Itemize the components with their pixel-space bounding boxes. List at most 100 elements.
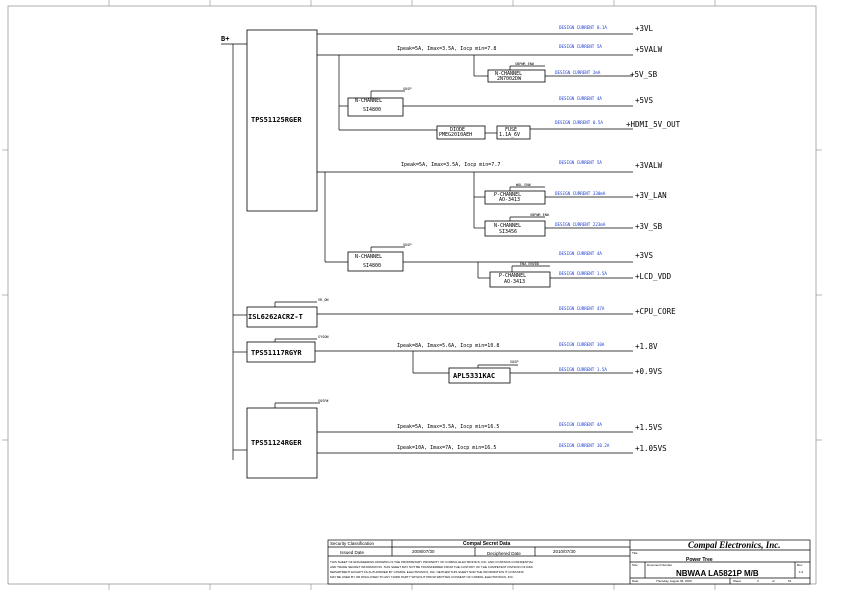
chip-apl5331: APL5331KAC xyxy=(448,367,511,384)
nch-2n7002dw: N-CHANNEL 2N7002DW xyxy=(487,69,546,83)
svg-text:Compal Secret Data: Compal Secret Data xyxy=(463,541,510,547)
svg-text:DEPARTMENT EXCEPT AS AUTHORIZE: DEPARTMENT EXCEPT AS AUTHORIZED BY COMPA… xyxy=(330,570,524,574)
svg-text:DESIGN CURRENT 47A: DESIGN CURRENT 47A xyxy=(559,306,605,311)
bplus-label: B+ xyxy=(221,35,229,43)
svg-text:DESIGN CURRENT 4A: DESIGN CURRENT 4A xyxy=(559,96,602,101)
svg-text:2008/07/30: 2008/07/30 xyxy=(412,549,435,554)
svg-text:1.1A_6V: 1.1A_6V xyxy=(499,132,520,138)
svg-text:+3V_SB: +3V_SB xyxy=(635,222,663,231)
svg-text:Date: Date xyxy=(632,579,639,583)
pch-ao3413-lan: P-CHANNEL AO-3413 xyxy=(484,190,546,205)
svg-text:+LCD_VDD: +LCD_VDD xyxy=(635,272,672,281)
svg-text:NBWAA LA5821P M/B: NBWAA LA5821P M/B xyxy=(676,569,759,578)
svg-text:Sheet: Sheet xyxy=(733,579,741,583)
svg-text:DESIGN CURRENT 0.5A: DESIGN CURRENT 0.5A xyxy=(555,120,603,125)
svg-text:ENA_ENVDD: ENA_ENVDD xyxy=(520,262,539,266)
svg-text:TPS51117RGYR: TPS51117RGYR xyxy=(251,349,302,357)
svg-text:+1.8V: +1.8V xyxy=(635,342,658,351)
svg-text:Thursday, August 06, 2009: Thursday, August 06, 2009 xyxy=(656,579,692,583)
svg-text:N-CHANNEL: N-CHANNEL xyxy=(355,98,382,104)
svg-text:PMEG2010AEH: PMEG2010AEH xyxy=(439,132,472,138)
svg-text:Issued Date: Issued Date xyxy=(340,550,365,555)
svg-text:+0.9VS: +0.9VS xyxy=(635,367,663,376)
svg-text:Document Number: Document Number xyxy=(647,563,672,567)
svg-text:+1.5VS: +1.5VS xyxy=(635,423,663,432)
sheet-border xyxy=(7,5,817,585)
svg-text:Power Tree: Power Tree xyxy=(686,557,713,563)
fuse-1a1: FUSE 1.1A_6V xyxy=(496,125,531,140)
svg-text:APL5331KAC: APL5331KAC xyxy=(453,372,495,380)
svg-text:AO-3413: AO-3413 xyxy=(504,279,525,285)
chip-tps51124: TPS51124RGER xyxy=(246,407,318,479)
svg-text:AO-3413: AO-3413 xyxy=(499,197,520,203)
svg-text:THIS SHEET OF ENGINEERING DRAW: THIS SHEET OF ENGINEERING DRAWING IS THE… xyxy=(330,560,534,564)
svg-text:DESIGN CURRENT 5A: DESIGN CURRENT 5A xyxy=(559,160,602,165)
rail-names: +3VL +5VALW +5V_SB +5VS +HDMI_5V_OUT +3V… xyxy=(626,24,681,453)
svg-text:SUSP: SUSP xyxy=(403,87,411,91)
svg-text:Ipeak=5A, Imax=3.5A, Iocp min=: Ipeak=5A, Imax=3.5A, Iocp min=7.8 xyxy=(397,46,496,52)
svg-text:51: 51 xyxy=(788,579,792,583)
svg-text:Rev: Rev xyxy=(797,563,803,567)
svg-text:+1.05VS: +1.05VS xyxy=(635,444,667,453)
chip-isl6262: ISL6262ACRZ-T xyxy=(246,306,318,328)
svg-text:Ipeak=8A, Imax=5.6A, Iocp min=: Ipeak=8A, Imax=5.6A, Iocp min=10.8 xyxy=(397,343,499,349)
svg-text:AND TRADE SECRET INFORMATION.: AND TRADE SECRET INFORMATION. THIS SHEET… xyxy=(330,565,534,569)
chip-tps51117: TPS51117RGYR xyxy=(246,341,316,363)
svg-text:Title: Title xyxy=(632,551,638,555)
design-current-labels: DESIGN CURRENT 0.1A DESIGN CURRENT 5A DE… xyxy=(555,25,610,448)
svg-text:+5V_SB: +5V_SB xyxy=(630,70,658,79)
svg-text:+3VALW: +3VALW xyxy=(635,161,663,170)
svg-text:SI4800: SI4800 xyxy=(363,263,381,269)
svg-text:Ipeak=10A, Imax=7A, Iocp min=1: Ipeak=10A, Imax=7A, Iocp min=16.5 xyxy=(397,445,496,451)
bplus-bus xyxy=(221,43,247,460)
spec-labels: Ipeak=5A, Imax=3.5A, Iocp min=7.8 Ipeak=… xyxy=(397,46,500,451)
svg-text:WOL_EN#: WOL_EN# xyxy=(516,183,532,187)
svg-text:DESIGN CURRENT 4A: DESIGN CURRENT 4A xyxy=(559,251,602,256)
svg-text:+3VS: +3VS xyxy=(635,251,654,260)
svg-text:Ipeak=5A, Imax=3.5A, Iocp min=: Ipeak=5A, Imax=3.5A, Iocp min=7.7 xyxy=(401,162,500,168)
svg-text:DESIGN CURRENT 4A: DESIGN CURRENT 4A xyxy=(559,422,602,427)
svg-text:2N7002DW: 2N7002DW xyxy=(497,76,522,82)
svg-text:Compal Electronics, Inc.: Compal Electronics, Inc. xyxy=(688,540,781,550)
svg-text:DESIGN CURRENT 10A: DESIGN CURRENT 10A xyxy=(559,342,605,347)
svg-text:+3VL: +3VL xyxy=(635,24,654,33)
svg-text:DESIGN CURRENT 5A: DESIGN CURRENT 5A xyxy=(559,44,602,49)
svg-text:SUSP: SUSP xyxy=(510,360,518,364)
svg-text:+5VS: +5VS xyxy=(635,96,654,105)
pch-ao3413-lcd: P-CHANNEL AO-3413 xyxy=(489,271,551,288)
svg-text:Security Classification: Security Classification xyxy=(330,541,375,546)
svg-text:DESIGN CURRENT 330mA: DESIGN CURRENT 330mA xyxy=(555,191,606,196)
svg-text:MAY BE USED BY OR DISCLOSED TO: MAY BE USED BY OR DISCLOSED TO ANY THIRD… xyxy=(330,575,514,579)
svg-text:DESIGN CURRENT 1.5A: DESIGN CURRENT 1.5A xyxy=(559,367,607,372)
svg-text:DESIGN CURRENT 1.5A: DESIGN CURRENT 1.5A xyxy=(559,271,607,276)
svg-text:DESIGN CURRENT 10.2A: DESIGN CURRENT 10.2A xyxy=(559,443,610,448)
svg-text:SI4800: SI4800 xyxy=(363,107,381,113)
svg-text:Ipeak=5A, Imax=3.5A, Iocp min=: Ipeak=5A, Imax=3.5A, Iocp min=16.5 xyxy=(397,424,499,430)
svg-text:DESIGN CURRENT 0.1A: DESIGN CURRENT 0.1A xyxy=(559,25,607,30)
nch-si4800-a: N-CHANNEL SI4800 xyxy=(347,97,404,117)
svg-text:+CPU_CORE: +CPU_CORE xyxy=(635,307,676,316)
svg-text:Size: Size xyxy=(632,563,638,567)
svg-text:SBPWR_EN#: SBPWR_EN# xyxy=(530,213,550,217)
nch-si4800-b: N-CHANNEL SI4800 xyxy=(347,251,404,272)
svg-text:+5VALW: +5VALW xyxy=(635,45,663,54)
svg-text:SBPWR_EN#: SBPWR_EN# xyxy=(515,62,535,66)
svg-text:TPS51125RGER: TPS51125RGER xyxy=(251,116,302,124)
border-ticks xyxy=(2,0,822,590)
chip-tps51125: TPS51125RGER xyxy=(246,29,318,212)
svg-text:DESIGN CURRENT 2mA: DESIGN CURRENT 2mA xyxy=(555,70,601,75)
svg-text:+3V_LAN: +3V_LAN xyxy=(635,191,667,200)
title-block: Security Classification Compal Secret Da… xyxy=(327,539,811,585)
svg-text:SYSON: SYSON xyxy=(318,335,329,339)
svg-text:SI3456: SI3456 xyxy=(499,229,517,235)
svg-text:1.0: 1.0 xyxy=(799,570,804,574)
svg-text:of: of xyxy=(772,579,775,583)
svg-text:ISL6262ACRZ-T: ISL6262ACRZ-T xyxy=(248,313,303,321)
svg-text:N-CHANNEL: N-CHANNEL xyxy=(355,254,382,260)
svg-text:TPS51124RGER: TPS51124RGER xyxy=(251,439,302,447)
svg-text:Deciphered Date: Deciphered Date xyxy=(487,551,521,556)
nch-si3456: N-CHANNEL SI3456 xyxy=(484,220,546,237)
svg-text:DESIGN CURRENT 223mA: DESIGN CURRENT 223mA xyxy=(555,222,606,227)
power-tree-diagram: B+ TPS51125RGER ISL6262ACRZ-T TPS51117RG… xyxy=(2,0,822,590)
svg-text:2010/07/30: 2010/07/30 xyxy=(553,549,576,554)
